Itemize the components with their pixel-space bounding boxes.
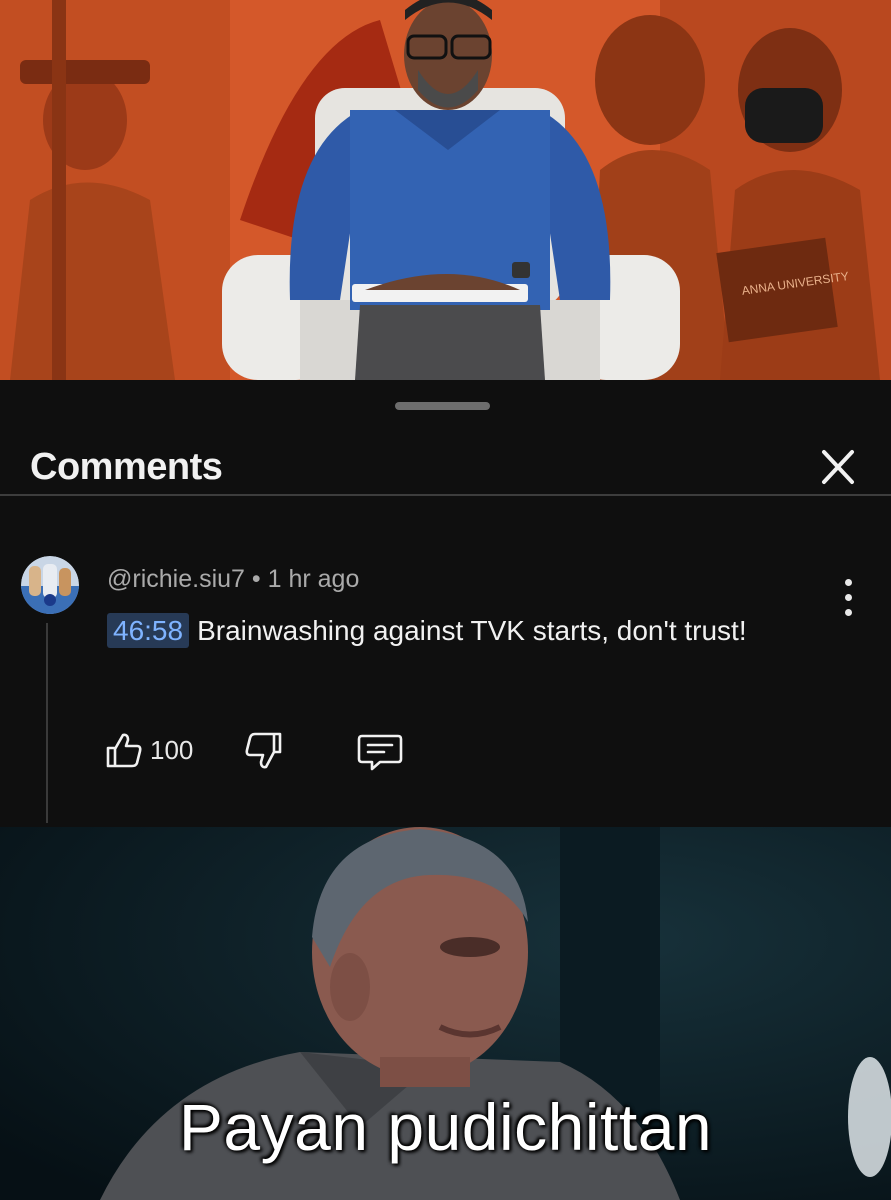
dislike-button[interactable] [236,730,284,772]
comment-body: 46:58 Brainwashing against TVK starts, do… [107,608,827,654]
avatar[interactable] [21,556,79,614]
thumbs-up-icon [106,733,142,768]
header-divider [0,494,891,496]
comment-time: 1 hr ago [267,565,360,593]
comment-username[interactable]: @richie.siu7 [107,565,245,593]
thread-line [46,623,48,823]
comments-title: Comments [30,446,223,488]
thumbs-down-icon [245,732,282,769]
comment-menu-button[interactable] [836,576,862,622]
comment-text: Brainwashing against TVK starts, don't t… [197,615,747,646]
more-vertical-icon-dot [845,609,852,616]
close-icon [822,450,854,484]
like-button[interactable]: 100 [104,730,214,770]
comments-panel: Comments @richie.siu7 • 1 hr ago 46:58 Br… [0,380,891,827]
video-frame-illustration: ANNA UNIVERSITY [0,0,891,380]
video-player[interactable]: ANNA UNIVERSITY [0,0,891,380]
more-vertical-icon-dot [845,594,852,601]
reply-comment-icon [357,734,403,771]
meme-caption: Payan pudichittan [178,1090,713,1164]
meme-image: Payan pudichittan [0,827,891,1200]
timestamp-link[interactable]: 46:58 [107,613,190,648]
meta-separator: • [251,565,261,593]
avatar-image [21,556,79,614]
close-button[interactable] [812,446,864,490]
drag-handle[interactable] [395,402,490,410]
like-count: 100 [150,734,194,765]
reply-button[interactable] [356,732,404,772]
comment-meta: @richie.siu7 • 1 hr ago [107,565,359,594]
more-vertical-icon [845,579,852,586]
